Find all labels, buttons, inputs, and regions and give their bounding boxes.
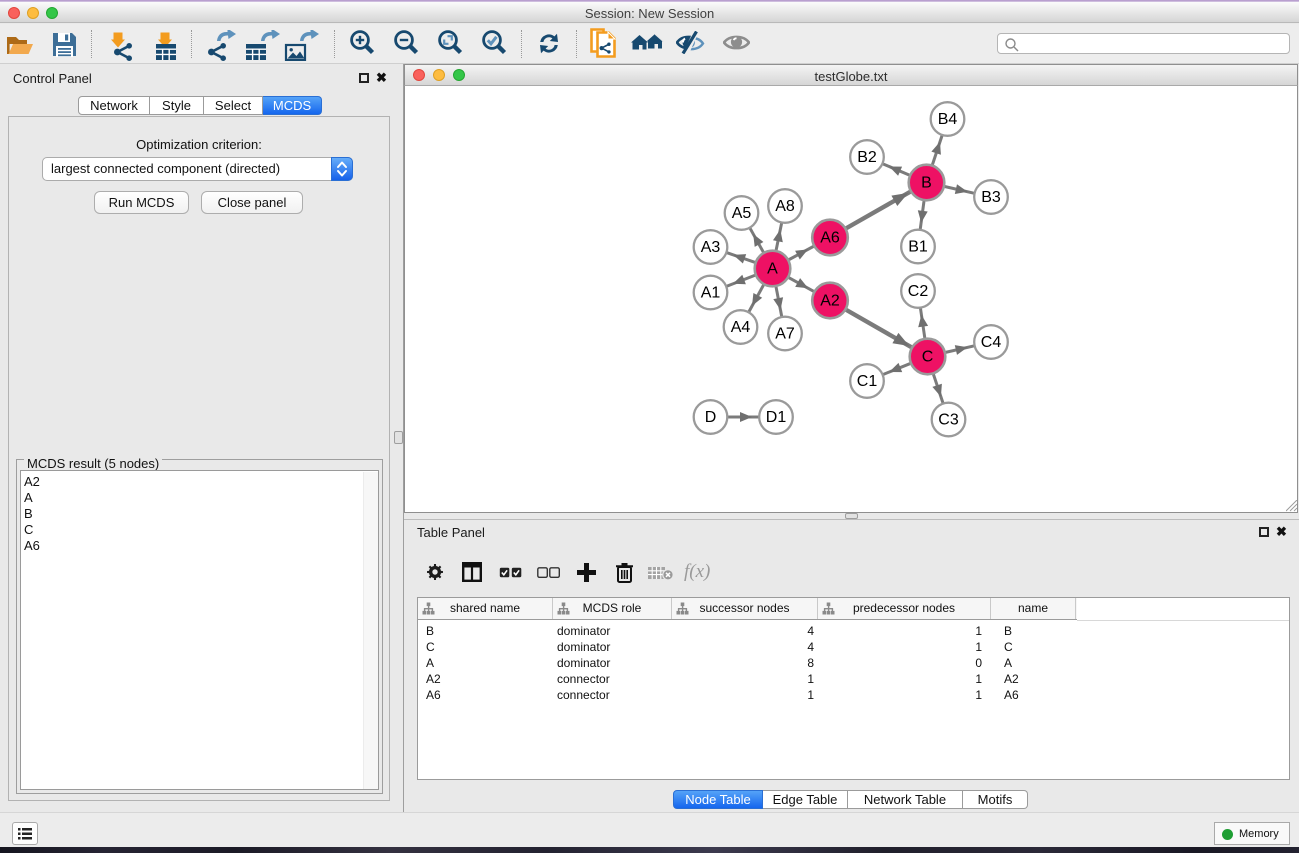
svg-text:C4: C4 bbox=[981, 334, 1002, 351]
svg-text:B3: B3 bbox=[981, 189, 1001, 206]
svg-text:C3: C3 bbox=[938, 412, 959, 429]
svg-text:D1: D1 bbox=[766, 409, 787, 426]
svg-text:B1: B1 bbox=[908, 239, 928, 256]
svg-text:C1: C1 bbox=[857, 373, 878, 390]
svg-text:A5: A5 bbox=[732, 205, 752, 222]
svg-text:B2: B2 bbox=[857, 149, 877, 166]
svg-text:A2: A2 bbox=[820, 293, 840, 310]
svg-text:A1: A1 bbox=[701, 285, 721, 302]
svg-text:A: A bbox=[767, 261, 778, 278]
svg-text:A6: A6 bbox=[820, 230, 840, 247]
svg-text:A7: A7 bbox=[775, 326, 795, 343]
svg-text:A3: A3 bbox=[701, 239, 721, 256]
svg-text:B4: B4 bbox=[938, 111, 958, 128]
svg-text:C2: C2 bbox=[908, 283, 929, 300]
svg-text:A8: A8 bbox=[775, 198, 795, 215]
svg-text:B: B bbox=[921, 175, 932, 192]
svg-text:A4: A4 bbox=[731, 319, 751, 336]
svg-text:D: D bbox=[705, 409, 717, 426]
svg-text:C: C bbox=[922, 349, 934, 366]
